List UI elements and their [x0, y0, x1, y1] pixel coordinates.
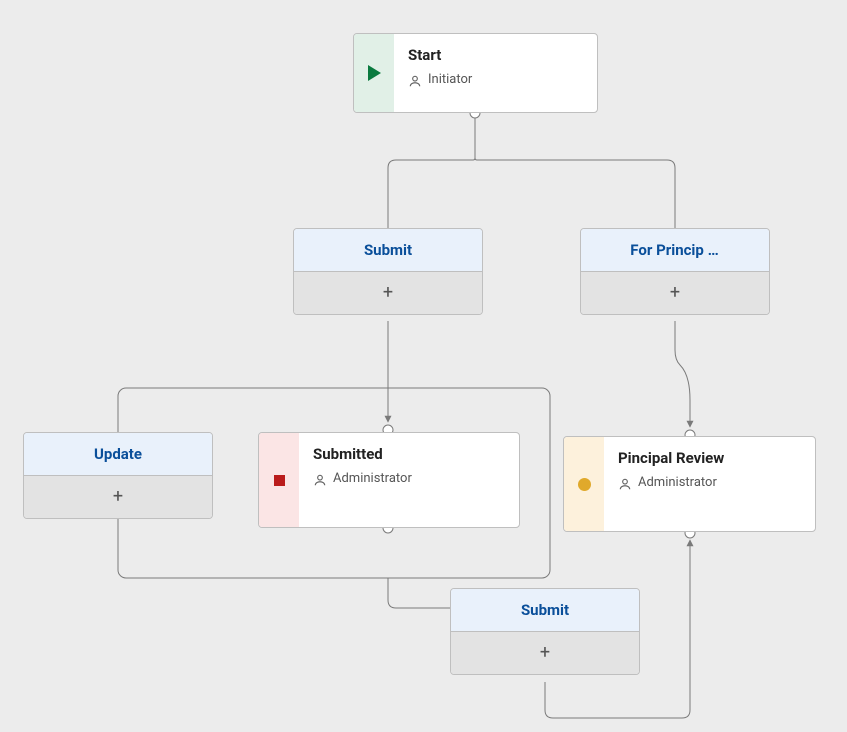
- task-role: Administrator: [638, 475, 717, 490]
- add-step-button[interactable]: +: [451, 632, 639, 674]
- user-icon: [408, 73, 422, 87]
- start-badge: [354, 34, 394, 112]
- task-body: Pincipal Review Administrator: [604, 437, 815, 531]
- task-role-row: Administrator: [618, 475, 801, 490]
- task-title: Start: [408, 46, 583, 64]
- action-label: Submit: [451, 589, 639, 632]
- task-role: Initiator: [428, 72, 472, 87]
- task-node-start[interactable]: Start Initiator: [353, 33, 598, 113]
- in-progress-badge: [564, 437, 604, 531]
- user-icon: [618, 476, 632, 490]
- truncation-ellipsis: …: [708, 241, 720, 259]
- stop-icon: [274, 475, 285, 486]
- action-node-update[interactable]: Update +: [23, 432, 213, 519]
- task-node-submitted[interactable]: Submitted Administrator: [258, 432, 520, 528]
- dot-icon: [578, 478, 591, 491]
- user-icon: [313, 472, 327, 486]
- action-node-submit[interactable]: Submit +: [293, 228, 483, 315]
- task-body: Submitted Administrator: [299, 433, 519, 527]
- task-role-row: Administrator: [313, 471, 505, 486]
- task-title: Submitted: [313, 445, 505, 463]
- workflow-canvas[interactable]: Start Initiator Submit + For Princip … +…: [0, 0, 847, 732]
- stop-badge: [259, 433, 299, 527]
- add-step-button[interactable]: +: [24, 476, 212, 518]
- action-node-submit-2[interactable]: Submit +: [450, 588, 640, 675]
- play-icon: [368, 65, 381, 81]
- task-role: Administrator: [333, 471, 412, 486]
- task-title: Pincipal Review: [618, 449, 801, 467]
- task-body: Start Initiator: [394, 34, 597, 112]
- task-role-row: Initiator: [408, 72, 583, 87]
- add-step-button[interactable]: +: [581, 272, 769, 314]
- add-step-button[interactable]: +: [294, 272, 482, 314]
- action-label: Submit: [294, 229, 482, 272]
- action-label-text: For Princip: [630, 241, 704, 259]
- action-label: Update: [24, 433, 212, 476]
- task-node-principal-review[interactable]: Pincipal Review Administrator: [563, 436, 816, 532]
- action-node-for-principal[interactable]: For Princip … +: [580, 228, 770, 315]
- action-label: For Princip …: [581, 229, 769, 272]
